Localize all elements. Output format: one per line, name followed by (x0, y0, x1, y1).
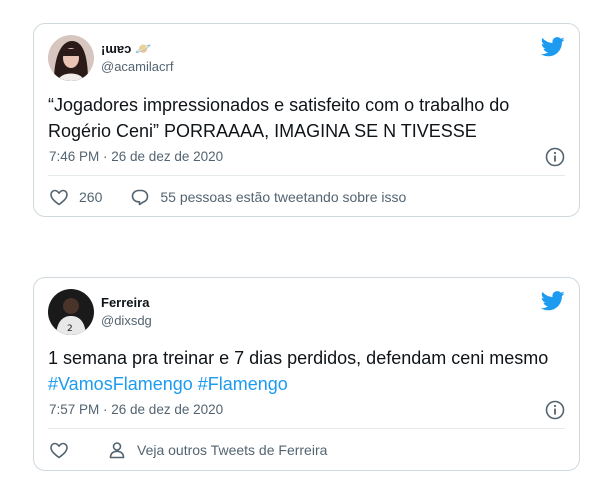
like-button[interactable] (49, 440, 79, 460)
tweet-timestamp[interactable]: 7:57 PM · 26 de dez de 2020 (49, 402, 223, 417)
display-name[interactable]: Ferreira (101, 295, 149, 310)
twitter-bird-icon[interactable] (541, 291, 565, 311)
tweet-card[interactable]: 2 Ferreira @dixsdg 1 semana pra treinar … (33, 277, 580, 471)
user-handle[interactable]: @acamilacrf (101, 59, 173, 74)
tweet-timestamp[interactable]: 7:46 PM · 26 de dez de 2020 (49, 149, 223, 164)
info-icon[interactable] (545, 400, 565, 420)
person-icon (109, 442, 125, 459)
like-button[interactable]: 260 (49, 187, 102, 207)
tweet-actions: Veja outros Tweets de Ferreira (49, 440, 327, 460)
tweet-text: 1 semana pra treinar e 7 dias perdidos, … (48, 345, 568, 397)
conversation-label: 55 pessoas estão tweetando sobre isso (160, 189, 407, 205)
tweet-text-body: 1 semana pra treinar e 7 dias perdidos, … (48, 348, 549, 368)
heart-icon (50, 442, 68, 459)
tweet-card[interactable]: ¡ɯɐɔ 🪐 @acamilacrf “Jogadores impression… (33, 23, 580, 217)
twitter-bird-icon[interactable] (541, 37, 565, 57)
tweet-actions: 260 55 pessoas estão tweetando sobre iss… (49, 187, 406, 207)
display-name[interactable]: ¡ɯɐɔ 🪐 (101, 41, 151, 57)
divider (48, 175, 565, 176)
info-icon[interactable] (545, 147, 565, 167)
tweet-text: “Jogadores impressionados e satisfeito c… (48, 95, 510, 141)
avatar[interactable] (48, 35, 94, 81)
avatar[interactable]: 2 (48, 289, 94, 335)
user-handle[interactable]: @dixsdg (101, 313, 152, 328)
profile-link-label: Veja outros Tweets de Ferreira (137, 442, 328, 458)
heart-icon (50, 189, 68, 206)
conversation-link[interactable]: 55 pessoas estão tweetando sobre isso (130, 187, 406, 207)
hashtag-link[interactable]: #Flamengo (198, 374, 288, 394)
hashtag-link[interactable]: #VamosFlamengo (48, 374, 193, 394)
like-count: 260 (79, 189, 103, 205)
svg-text:2: 2 (67, 324, 73, 334)
reply-icon (132, 189, 149, 206)
divider (48, 428, 565, 429)
profile-link[interactable]: Veja outros Tweets de Ferreira (107, 440, 327, 460)
